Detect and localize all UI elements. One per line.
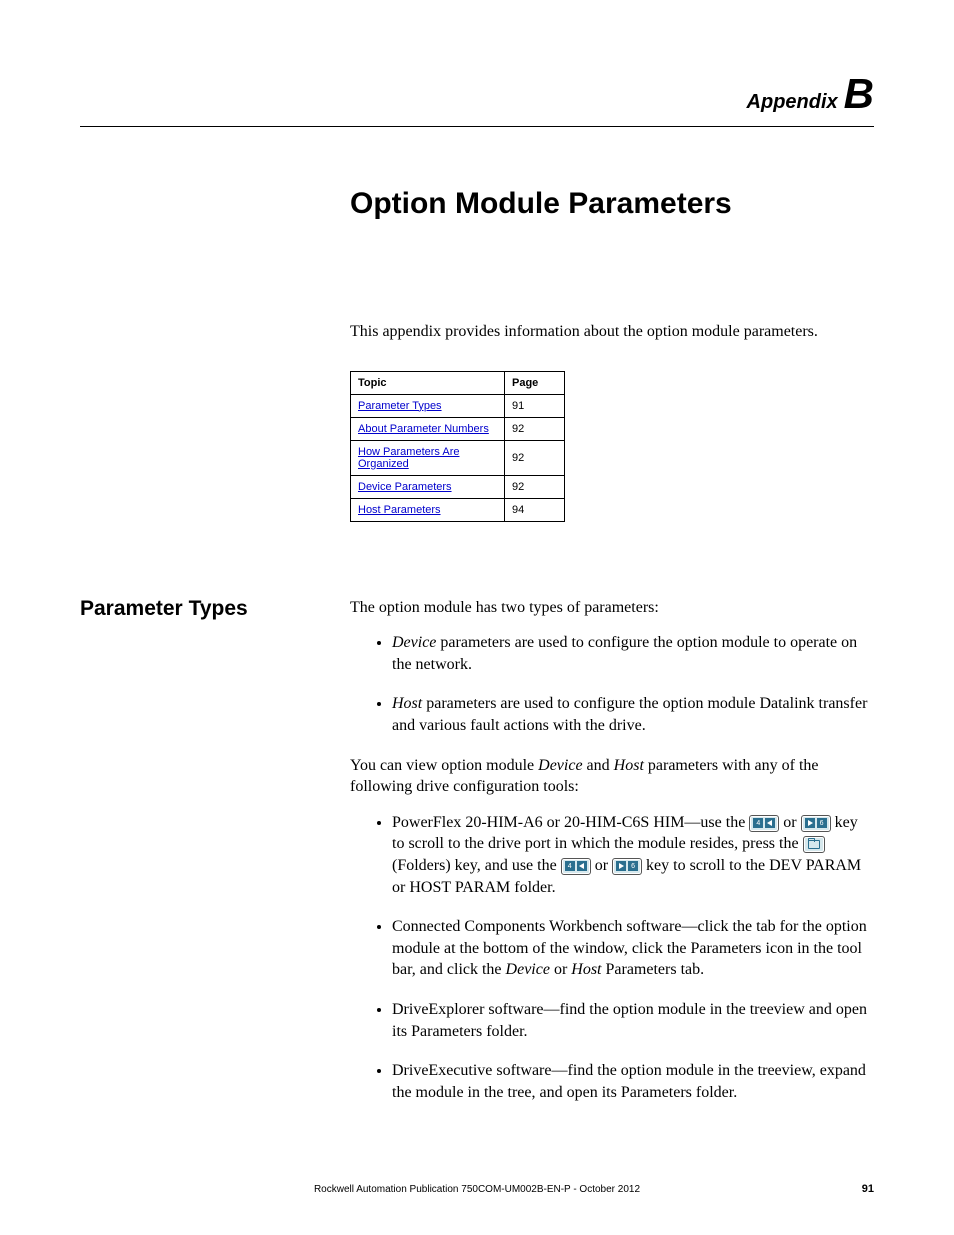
table-row: About Parameter Numbers 92 [351,417,565,440]
param-type-desc: parameters are used to configure the opt… [392,695,867,734]
topic-page: 92 [505,475,565,498]
appendix-word: Appendix [747,91,838,113]
list-item: DriveExplorer software—find the option m… [392,999,874,1042]
view-lead: You can view option module Device and Ho… [350,755,874,798]
topics-th-page: Page [505,371,565,394]
footer-publication: Rockwell Automation Publication 750COM-U… [80,1184,874,1195]
section-lead: The option module has two types of param… [350,597,874,619]
appendix-letter: B [844,70,874,117]
list-item: PowerFlex 20-HIM-A6 or 20-HIM-C6S HIM—us… [392,812,874,898]
list-item: Device parameters are used to configure … [392,632,874,675]
page-number: 91 [862,1183,874,1195]
section-body: The option module has two types of param… [350,597,874,1104]
param-type-name: Host [392,695,422,712]
topic-page: 92 [505,417,565,440]
section-heading: Parameter Types [80,597,248,621]
topic-link[interactable]: Device Parameters [358,481,452,493]
table-row: Device Parameters 92 [351,475,565,498]
topics-table: Topic Page Parameter Types 91 About Para… [350,371,565,522]
topic-page: 92 [505,440,565,475]
page-header: Appendix B [80,70,874,127]
tools-list: PowerFlex 20-HIM-A6 or 20-HIM-C6S HIM—us… [350,812,874,1104]
intro-paragraph: This appendix provides information about… [350,321,874,343]
list-item: Host parameters are used to configure th… [392,693,874,736]
key-left-icon [749,815,779,832]
param-type-name: Device [392,634,436,651]
parameter-types-section: Parameter Types The option module has tw… [350,597,874,1104]
topics-th-topic: Topic [351,371,505,394]
topic-link[interactable]: How Parameters Are Organized [358,446,459,470]
table-row: How Parameters Are Organized 92 [351,440,565,475]
list-item: Connected Components Workbench software—… [392,916,874,981]
content-column: Option Module Parameters This appendix p… [350,187,874,1103]
topic-link[interactable]: Host Parameters [358,504,441,516]
key-left-icon [561,858,591,875]
table-row: Host Parameters 94 [351,498,565,521]
topic-page: 94 [505,498,565,521]
topic-page: 91 [505,394,565,417]
page: Appendix B Option Module Parameters This… [0,0,954,1235]
param-types-list: Device parameters are used to configure … [350,632,874,736]
key-right-icon [801,815,831,832]
table-row: Parameter Types 91 [351,394,565,417]
key-right-icon [612,858,642,875]
list-item: DriveExecutive software—find the option … [392,1060,874,1103]
topic-link[interactable]: About Parameter Numbers [358,423,489,435]
page-title: Option Module Parameters [350,187,874,221]
param-type-desc: parameters are used to configure the opt… [392,634,857,673]
topic-link[interactable]: Parameter Types [358,400,442,412]
folder-key-icon [803,836,825,853]
